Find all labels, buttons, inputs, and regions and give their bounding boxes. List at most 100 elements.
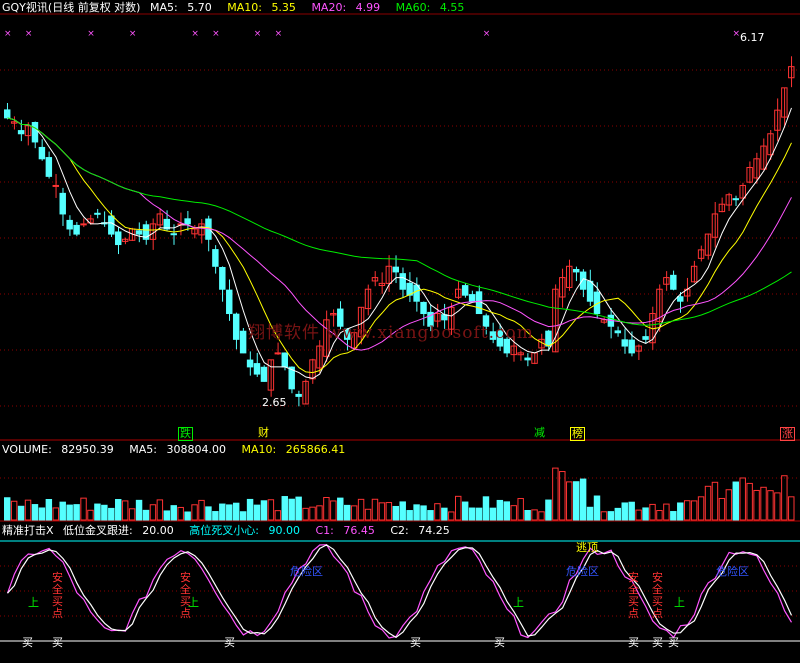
candle-body	[295, 393, 302, 397]
candle-body	[274, 352, 282, 355]
volume-bar	[364, 508, 372, 521]
candle-body	[59, 192, 66, 215]
safe-buy-label-3: 安全买点	[628, 571, 639, 620]
volume-bar	[59, 501, 66, 521]
ma10-value: 5.35	[271, 1, 296, 14]
danger-zone-label-1: 危险区	[290, 565, 323, 578]
volume-bar	[87, 509, 94, 521]
candle-body	[170, 233, 177, 236]
volume-bar	[600, 511, 608, 521]
candle-body	[670, 274, 677, 290]
volume-bar	[496, 499, 504, 521]
ma20-legend: MA20: 4.99	[311, 1, 386, 14]
volume-bar	[274, 510, 282, 521]
volume-bar	[427, 510, 434, 521]
vol-ma10-label: MA10:	[241, 443, 277, 456]
ma5-label: MA5:	[149, 1, 178, 14]
volume-bar	[80, 497, 87, 521]
candle-body	[253, 363, 261, 375]
volume-bar	[774, 492, 781, 521]
ma60-legend: MA60: 4.55	[396, 1, 471, 14]
c2-line	[7, 544, 793, 639]
candle-body	[38, 146, 46, 160]
volume-bar	[607, 511, 615, 521]
volume-bar	[10, 500, 18, 521]
candle-body	[184, 218, 191, 225]
volume-bar	[510, 505, 517, 521]
volume-bar	[413, 504, 420, 521]
candle-body	[586, 280, 594, 302]
candle-body	[45, 157, 53, 177]
candle-body	[135, 230, 143, 235]
candle-body	[246, 359, 254, 368]
cross-marker: ×	[733, 29, 741, 39]
volume-bar	[73, 504, 80, 521]
cross-marker: ×	[4, 29, 12, 39]
volume-bar	[524, 509, 531, 521]
volume-bar	[593, 495, 601, 521]
volume-bar	[579, 478, 587, 521]
vol-ma5-label: MA5:	[129, 443, 158, 456]
volume-label: VOLUME:	[2, 443, 52, 456]
candle-body	[31, 122, 39, 143]
ma20-line	[7, 117, 792, 351]
volume-bar	[17, 505, 25, 521]
candle-body	[392, 266, 399, 273]
signal-zhang: 涨	[780, 427, 795, 441]
volume-bar	[212, 511, 219, 521]
volume-bar	[371, 498, 379, 521]
volume-bar	[697, 496, 705, 521]
volume-bar	[559, 471, 566, 521]
volume-bar	[170, 505, 177, 521]
candle-body	[732, 198, 739, 201]
ma5-legend: MA5: 5.70	[150, 1, 218, 14]
volume-header: VOLUME: 82950.39 MA5: 308804.00 MA10: 26…	[2, 443, 357, 456]
volume-bar	[260, 500, 268, 521]
cross-marker: ×	[254, 29, 262, 39]
candle-body	[642, 336, 649, 340]
c1-label: C1:	[315, 524, 334, 537]
watermark: 翔博软件 www.xiangbosoft.com	[248, 323, 534, 343]
volume-bar	[739, 477, 746, 521]
volume-bar	[135, 499, 143, 521]
escape-top-label: 逃顶	[576, 541, 598, 554]
candle-body	[677, 296, 684, 302]
volume-bar	[267, 499, 275, 521]
volume-bar	[538, 511, 545, 521]
candle-body	[52, 184, 60, 187]
indicator-name: 精准打击X	[2, 524, 54, 537]
volume-bar	[781, 475, 788, 521]
volume-bar	[718, 497, 726, 521]
candle-body	[239, 330, 247, 354]
safe-buy-label-4: 安全买点	[652, 571, 663, 620]
up-label-3: 上	[513, 596, 524, 609]
up-label-4: 上	[674, 596, 685, 609]
candle-body	[614, 330, 622, 334]
candle-body	[399, 273, 406, 290]
cross-marker: ×	[87, 29, 95, 39]
buy-label-6: 买	[628, 636, 639, 649]
high-cross-legend: 高位死叉小心: 90.00	[189, 524, 306, 537]
signal-bang: 榜	[570, 427, 585, 441]
volume-bar	[392, 505, 399, 521]
candle-body	[260, 366, 268, 382]
volume-bar	[4, 497, 11, 521]
candle-body	[524, 357, 531, 361]
volume-bar	[552, 467, 559, 521]
high-cross-value: 90.00	[268, 524, 300, 537]
candle-body	[281, 352, 288, 368]
volume-bar	[399, 501, 406, 521]
c2-legend: C2: 74.25	[390, 524, 455, 537]
candle-body	[572, 268, 580, 273]
vol-ma5-legend: MA5: 308804.00	[129, 443, 232, 456]
volume-bar	[108, 507, 115, 521]
ma20-value: 4.99	[355, 1, 381, 14]
volume-bar	[517, 498, 524, 521]
volume-bar	[101, 504, 108, 521]
volume-bar	[357, 498, 365, 521]
ma20-label: MA20:	[311, 1, 347, 14]
volume-bar	[115, 499, 122, 521]
volume-bar	[302, 507, 309, 521]
volume-bar	[253, 504, 261, 521]
volume-bar	[621, 502, 628, 521]
